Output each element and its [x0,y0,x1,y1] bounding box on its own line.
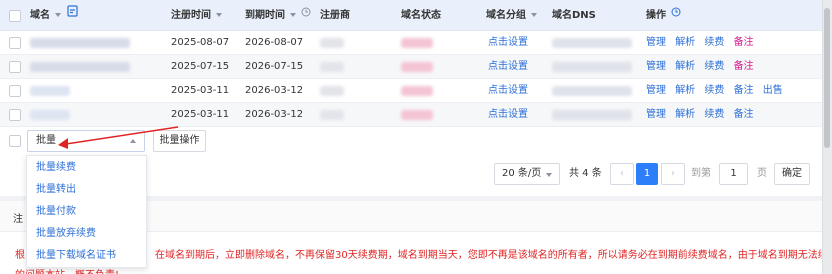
header-registrar: 注册商 [320,10,350,21]
row-actions: 管理 解析 续费 备注 [646,103,754,127]
registrar-redacted [320,38,344,48]
manage-link[interactable]: 管理 [646,109,666,120]
group-setting-link[interactable]: 点击设置 [488,55,528,79]
refresh-icon[interactable] [671,0,681,30]
sort-caret-icon[interactable] [290,13,297,17]
note-link[interactable]: 备注 [734,109,754,120]
batch-options-dropdown: 批量续费 批量转出 批量付款 批量放弃续费 批量下载域名证书 [26,155,147,268]
domain-name-redacted[interactable] [30,38,130,48]
sort-caret-icon[interactable] [531,13,538,17]
dns-resolve-link[interactable]: 解析 [675,61,695,72]
row-checkbox[interactable] [9,109,21,121]
header-status: 域名状态 [401,10,441,21]
option-batch-download-certificate[interactable]: 批量下载域名证书 [36,247,116,265]
option-batch-transfer-out[interactable]: 批量转出 [36,181,76,199]
goto-page-input[interactable]: 1 [719,163,748,185]
status-redacted [401,38,433,48]
renew-link[interactable]: 续费 [704,85,724,96]
table-row: 2025-03-11 2026-03-12 点击设置 管理 解析 续费 备注 出… [0,79,822,103]
row-checkbox[interactable] [9,37,21,49]
page-1-button[interactable]: 1 [636,163,658,185]
page-size-select[interactable]: 20 条/页 [494,163,560,185]
sell-link[interactable]: 出售 [763,85,783,96]
status-redacted [401,110,433,120]
dns-redacted [552,38,632,48]
table-row: 2025-07-15 2026-07-15 点击设置 管理 解析 续费 备注 [0,55,822,79]
dns-resolve-link[interactable]: 解析 [675,109,695,120]
expire-date: 2026-03-12 [245,109,304,120]
status-redacted [401,86,433,96]
register-date: 2025-07-15 [171,61,230,72]
domain-name-redacted[interactable] [30,110,70,120]
table-row: 2025-08-07 2026-08-07 点击设置 管理 解析 续费 备注 [0,31,822,55]
domain-name-redacted[interactable] [30,62,130,72]
option-batch-pay[interactable]: 批量付款 [36,203,76,221]
registrar-redacted [320,86,344,96]
header-expire-time[interactable]: 到期时间 [245,0,311,31]
export-icon[interactable] [67,0,78,30]
manage-link[interactable]: 管理 [646,37,666,48]
header-actions: 操作 [646,0,681,31]
note-link[interactable]: 备注 [734,37,754,48]
group-setting-link[interactable]: 点击设置 [488,79,528,103]
sort-caret-icon[interactable] [55,13,62,17]
goto-confirm-button[interactable]: 确定 [774,163,810,185]
dns-redacted [552,62,632,72]
header-dns: 域名DNS [552,10,596,21]
select-all-checkbox[interactable] [9,10,21,22]
table-header: 域名 注册时间 到期时间 注册商 域名状态 域名分组 域名DNS 操作 [0,0,822,31]
dns-redacted [552,110,632,120]
scrollbar-thumb[interactable] [824,8,830,148]
clock-icon[interactable] [301,0,311,30]
dns-resolve-link[interactable]: 解析 [675,37,695,48]
batch-select-checkbox[interactable] [9,135,21,147]
total-count: 共 4 条 [569,168,602,179]
expire-date: 2026-07-15 [245,61,304,72]
notice-title: 注 [13,214,23,225]
renew-link[interactable]: 续费 [704,37,724,48]
annotation-arrow-icon [58,126,179,149]
domain-name-redacted[interactable] [30,86,70,96]
row-actions: 管理 解析 续费 备注 [646,31,754,55]
header-domain[interactable]: 域名 [30,0,78,31]
register-date: 2025-03-11 [171,85,230,96]
status-redacted [401,62,433,72]
header-register-time[interactable]: 注册时间 [171,0,223,31]
dns-redacted [552,86,632,96]
option-batch-abandon-renew[interactable]: 批量放弃续费 [36,225,96,243]
group-setting-link[interactable]: 点击设置 [488,31,528,55]
header-group[interactable]: 域名分组 [486,0,538,31]
note-link[interactable]: 备注 [734,85,754,96]
manage-link[interactable]: 管理 [646,61,666,72]
renew-link[interactable]: 续费 [704,109,724,120]
registrar-redacted [320,110,344,120]
expire-date: 2026-08-07 [245,37,304,48]
registrar-redacted [320,62,344,72]
prev-page-button[interactable]: ‹ [610,163,634,185]
row-actions: 管理 解析 续费 备注 [646,55,754,79]
expire-date: 2026-03-12 [245,85,304,96]
row-actions: 管理 解析 续费 备注 出售 [646,79,783,103]
dns-resolve-link[interactable]: 解析 [675,85,695,96]
note-link[interactable]: 备注 [734,61,754,72]
manage-link[interactable]: 管理 [646,85,666,96]
goto-label: 到第 [691,168,711,179]
row-checkbox[interactable] [9,61,21,73]
renew-link[interactable]: 续费 [704,61,724,72]
sort-caret-icon[interactable] [216,13,223,17]
option-batch-renew[interactable]: 批量续费 [36,159,76,177]
domain-list-page: 域名 注册时间 到期时间 注册商 域名状态 域名分组 域名DNS 操作 2025… [0,0,832,274]
group-setting-link[interactable]: 点击设置 [488,103,528,127]
chevron-down-icon [546,173,552,177]
next-page-button[interactable]: › [661,163,685,185]
register-date: 2025-08-07 [171,37,230,48]
row-checkbox[interactable] [9,85,21,97]
page-unit-label: 页 [757,168,767,179]
